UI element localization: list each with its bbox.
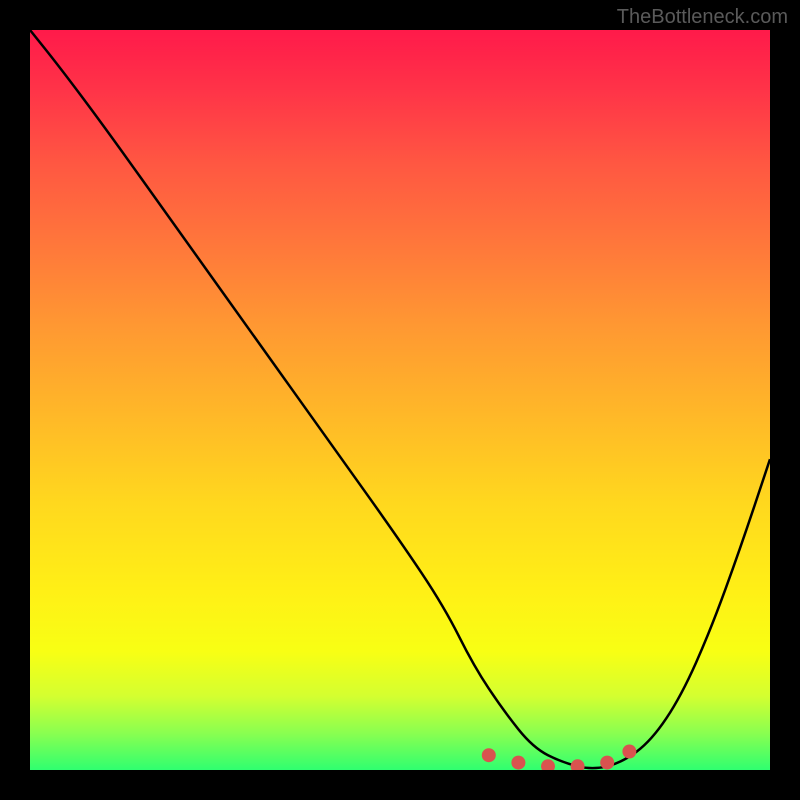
plot-area	[30, 30, 770, 770]
marker-dot	[622, 745, 636, 759]
bottleneck-curve-line	[30, 30, 770, 768]
marker-dot	[541, 759, 555, 770]
marker-group	[482, 745, 637, 771]
marker-dot	[511, 756, 525, 770]
marker-dot	[571, 759, 585, 770]
chart-svg	[30, 30, 770, 770]
marker-dot	[482, 748, 496, 762]
watermark-text: TheBottleneck.com	[617, 6, 788, 29]
marker-dot	[600, 756, 614, 770]
